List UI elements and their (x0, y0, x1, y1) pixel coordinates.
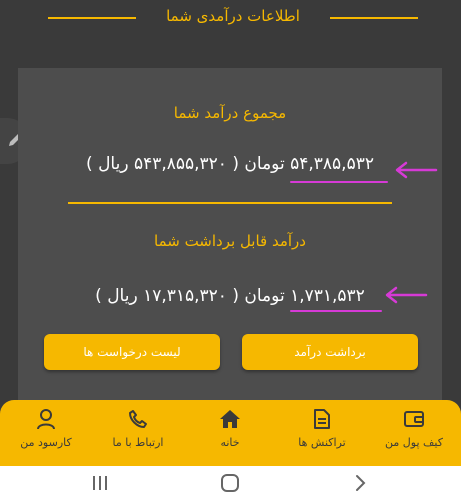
nav-label-contact: ارتباط با ما (112, 436, 164, 449)
total-income-rial: ( ۵۴۳,۸۵۵,۳۲۰ ریال ) (86, 154, 239, 174)
annotation-underline-withdrawable (290, 310, 382, 312)
withdrawable-income-amount: ۱,۷۳۱,۵۳۲ تومان ( ۱۷,۳۱۵,۳۲۰ ریال ) (18, 286, 442, 306)
withdrawable-income-toman: ۱,۷۳۱,۵۳۲ (290, 286, 365, 306)
phone-icon (129, 410, 147, 428)
withdraw-income-button[interactable]: برداشت درآمد (242, 334, 418, 370)
home-button-icon[interactable] (220, 473, 240, 493)
total-income-toman-unit: تومان (244, 154, 285, 174)
total-income-title: مجموع درآمد شما (173, 104, 287, 122)
withdrawable-income-toman-unit: تومان (244, 286, 285, 306)
nav-label-transactions: تراکنش ها (298, 436, 346, 449)
wallet-icon (404, 411, 424, 427)
page-header: اطلاعات درآمدی شما (0, 0, 461, 40)
total-income-amount: ۵۴,۳۸۵,۵۳۲ تومان ( ۵۴۳,۸۵۵,۳۲۰ ریال ) (18, 154, 442, 174)
nav-item-profile[interactable]: کارسود من (0, 408, 92, 449)
total-income-toman: ۵۴,۳۸۵,۵۳۲ (290, 154, 374, 174)
annotation-arrow-icon (395, 161, 438, 179)
bottom-navigation: کیف پول من تراکنش ها خانه ارتباط با ما ک… (0, 400, 461, 466)
income-card: مجموع درآمد شما ۵۴,۳۸۵,۵۳۲ تومان ( ۵۴۳,۸… (18, 68, 442, 408)
header-divider-left (48, 17, 136, 19)
nav-label-wallet: کیف پول من (385, 436, 443, 449)
withdrawable-income-rial: ( ۱۷,۳۱۵,۳۲۰ ریال ) (95, 286, 239, 306)
document-icon (314, 409, 330, 429)
nav-item-transactions[interactable]: تراکنش ها (276, 408, 368, 449)
section-divider (68, 202, 392, 204)
back-chevron-icon[interactable] (350, 473, 370, 493)
withdrawable-income-title: درآمد قابل برداشت شما (154, 232, 306, 250)
requests-list-button[interactable]: لیست درخواست ها (44, 334, 220, 370)
user-icon (37, 409, 55, 430)
annotation-underline-total (290, 181, 388, 183)
annotation-arrow-icon (385, 286, 428, 304)
nav-item-contact[interactable]: ارتباط با ما (92, 408, 184, 449)
nav-label-profile: کارسود من (20, 436, 72, 449)
header-divider-right (330, 17, 418, 19)
recent-apps-icon[interactable] (90, 473, 110, 493)
nav-item-home[interactable]: خانه (184, 408, 276, 449)
system-navigation-bar (0, 466, 461, 500)
nav-item-wallet[interactable]: کیف پول من (368, 408, 460, 449)
page-title: اطلاعات درآمدی شما (166, 7, 300, 25)
nav-label-home: خانه (220, 436, 240, 449)
home-icon (220, 410, 240, 428)
